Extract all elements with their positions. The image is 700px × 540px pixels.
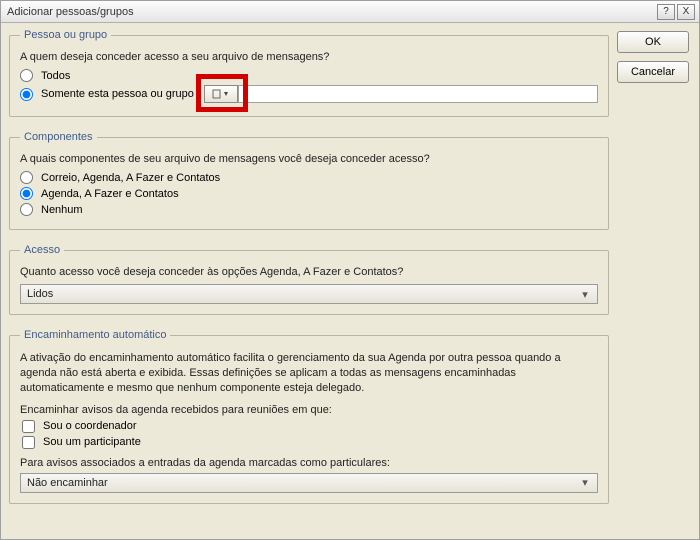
radio-comp-correio-label: Correio, Agenda, A Fazer e Contatos (41, 172, 220, 184)
group-componentes-legend: Componentes (20, 131, 97, 143)
acesso-select[interactable]: Lidos ▾ (20, 284, 598, 304)
dialog-body: Pessoa ou grupo A quem deseja conceder a… (9, 29, 609, 531)
group-pessoa: Pessoa ou grupo A quem deseja conceder a… (9, 29, 609, 117)
radio-todos-label: Todos (41, 70, 70, 82)
titlebar: Adicionar pessoas/grupos ? X (1, 1, 699, 23)
pessoa-question: A quem deseja conceder acesso a seu arqu… (20, 51, 598, 63)
componentes-question: A quais componentes de seu arquivo de me… (20, 153, 598, 165)
group-encaminhamento-legend: Encaminhamento automático (20, 329, 170, 341)
dialog-window: Adicionar pessoas/grupos ? X OK Cancelar… (0, 0, 700, 540)
radio-row-todos: Todos (20, 69, 598, 82)
help-button[interactable]: ? (657, 4, 675, 20)
group-pessoa-legend: Pessoa ou grupo (20, 29, 111, 41)
radio-comp-correio[interactable] (20, 171, 33, 184)
person-picker-button[interactable] (204, 85, 238, 103)
chevron-down-icon: ▾ (577, 288, 593, 301)
acesso-select-value: Lidos (27, 288, 53, 300)
dialog-buttons: OK Cancelar (617, 31, 689, 83)
group-encaminhamento: Encaminhamento automático A ativação do … (9, 329, 609, 504)
radio-todos[interactable] (20, 69, 33, 82)
radio-comp-nenhum-label: Nenhum (41, 204, 83, 216)
group-acesso-legend: Acesso (20, 244, 64, 256)
acesso-question: Quanto acesso você deseja conceder às op… (20, 266, 598, 278)
picker-icon (212, 88, 230, 100)
radio-row-somente: Somente esta pessoa ou grupo (20, 85, 598, 103)
encaminhar-sublabel: Encaminhar avisos da agenda recebidos pa… (20, 404, 598, 416)
radio-somente[interactable] (20, 88, 33, 101)
avisos-select[interactable]: Não encaminhar ▾ (20, 473, 598, 493)
cancel-button[interactable]: Cancelar (617, 61, 689, 83)
chk-coordenador[interactable] (22, 420, 35, 433)
chk-participante-label: Sou um participante (43, 436, 141, 448)
chevron-down-icon: ▾ (577, 476, 593, 489)
close-button[interactable]: X (677, 4, 695, 20)
radio-comp-nenhum[interactable] (20, 203, 33, 216)
radio-somente-label: Somente esta pessoa ou grupo (41, 88, 194, 100)
chk-participante[interactable] (22, 436, 35, 449)
radio-comp-agenda-label: Agenda, A Fazer e Contatos (41, 188, 179, 200)
avisos-sublabel: Para avisos associados a entradas da age… (20, 457, 598, 469)
person-input[interactable] (238, 85, 598, 103)
avisos-select-value: Não encaminhar (27, 477, 108, 489)
radio-comp-agenda[interactable] (20, 187, 33, 200)
ok-button[interactable]: OK (617, 31, 689, 53)
group-acesso: Acesso Quanto acesso você deseja concede… (9, 244, 609, 315)
chk-coordenador-label: Sou o coordenador (43, 420, 137, 432)
window-title: Adicionar pessoas/grupos (7, 6, 655, 18)
person-input-wrap (204, 85, 598, 103)
encaminhamento-descr: A ativação do encaminhamento automático … (20, 351, 598, 396)
group-componentes: Componentes A quais componentes de seu a… (9, 131, 609, 230)
